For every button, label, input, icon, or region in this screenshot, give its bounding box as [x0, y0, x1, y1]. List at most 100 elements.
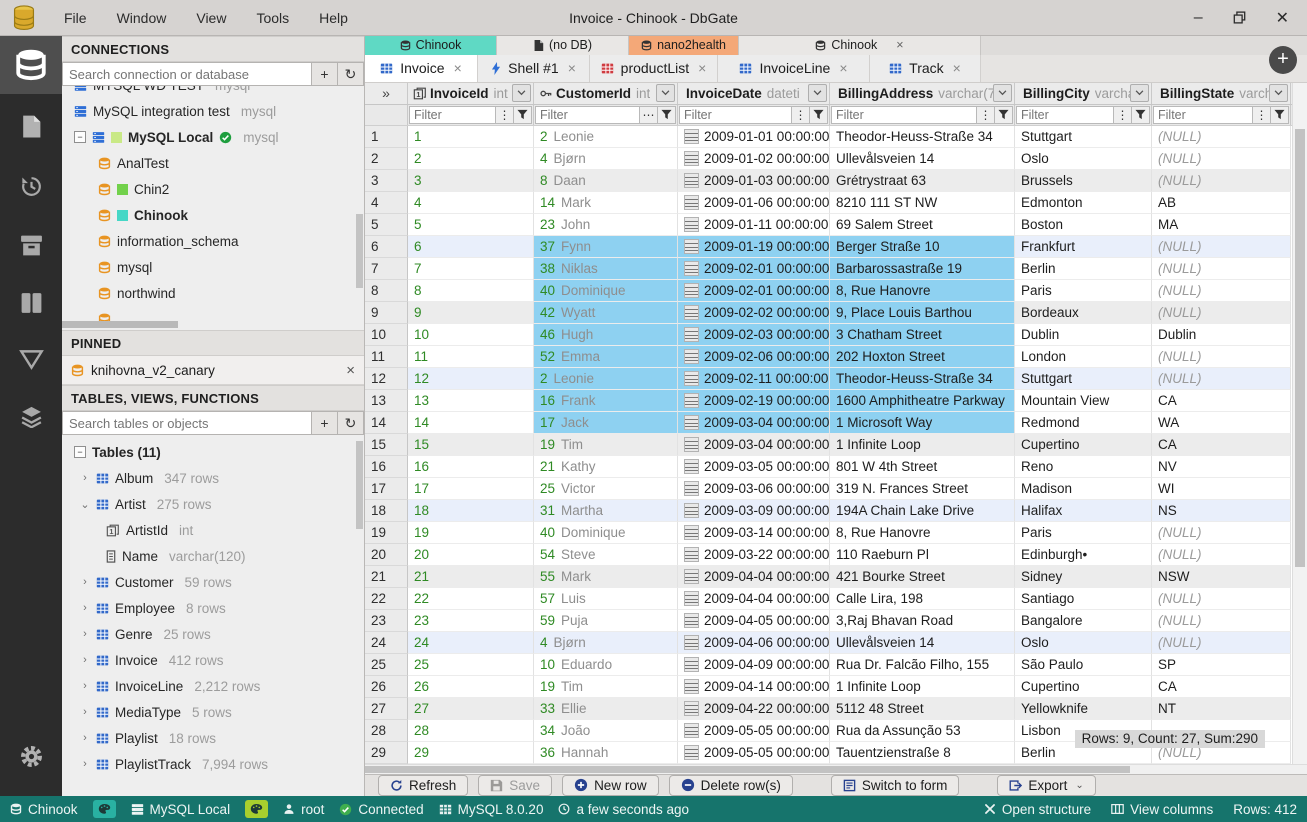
cell-customerid[interactable]: 33 Ellie: [534, 697, 678, 720]
cell-billingstate[interactable]: CA: [1152, 389, 1291, 412]
status-chinook[interactable]: Chinook: [10, 802, 78, 817]
cell-billingaddress[interactable]: 5112 48 Street: [830, 697, 1015, 720]
cell-invoiceid[interactable]: 24: [408, 631, 534, 654]
cell-billingaddress[interactable]: 8210 111 ST NW: [830, 191, 1015, 214]
status-mysql-8-0-20[interactable]: MySQL 8.0.20: [439, 802, 543, 817]
refresh-connections-button[interactable]: ↻: [338, 62, 364, 86]
cell-billingstate[interactable]: MA: [1152, 213, 1291, 236]
cell-billingaddress[interactable]: 194A Chain Lake Drive: [830, 499, 1015, 522]
connections-hscrollbar[interactable]: [62, 321, 178, 328]
row-number[interactable]: 6: [365, 235, 408, 258]
cell-billingcity[interactable]: Edmonton: [1015, 191, 1152, 214]
filter-menu-button[interactable]: ⋮: [1114, 105, 1132, 124]
cell-billingcity[interactable]: Madison: [1015, 477, 1152, 500]
close-group-button[interactable]: ×: [896, 38, 903, 52]
close-tab-button[interactable]: ×: [454, 60, 462, 76]
status-root[interactable]: root: [283, 802, 324, 817]
date-editor-icon[interactable]: [684, 568, 699, 584]
connections-search-input[interactable]: [62, 62, 312, 86]
cell-invoicedate[interactable]: 2009-01-01 00:00:00: [678, 125, 830, 148]
cell-billingcity[interactable]: Paris: [1015, 521, 1152, 544]
cell-invoicedate[interactable]: 2009-05-05 00:00:00: [678, 741, 830, 764]
connection-item-analtest[interactable]: AnalTest: [62, 150, 364, 176]
connection-item-chinook[interactable]: Chinook: [62, 202, 364, 228]
date-editor-icon[interactable]: [684, 436, 699, 452]
cell-invoiceid[interactable]: 6: [408, 235, 534, 258]
tree-item-employee[interactable]: › Employee 8 rows: [62, 595, 364, 621]
filter-menu-button[interactable]: ⋮: [1253, 105, 1271, 124]
cell-invoicedate[interactable]: 2009-03-05 00:00:00: [678, 455, 830, 478]
cell-billingstate[interactable]: WI: [1152, 477, 1291, 500]
tables-root[interactable]: − Tables (11): [62, 439, 364, 465]
chevron-right-icon[interactable]: ›: [80, 576, 90, 588]
cell-billingaddress[interactable]: Theodor-Heuss-Straße 34: [830, 125, 1015, 148]
cell-billingcity[interactable]: Redmond: [1015, 411, 1152, 434]
cell-invoicedate[interactable]: 2009-01-19 00:00:00: [678, 235, 830, 258]
cell-customerid[interactable]: 54 Steve: [534, 543, 678, 566]
cell-invoicedate[interactable]: 2009-04-22 00:00:00: [678, 697, 830, 720]
cell-billingaddress[interactable]: Tauentzienstraße 8: [830, 741, 1015, 764]
cell-invoicedate[interactable]: 2009-04-06 00:00:00: [678, 631, 830, 654]
cell-invoiceid[interactable]: 28: [408, 719, 534, 742]
cell-billingcity[interactable]: Oslo: [1015, 631, 1152, 654]
row-number[interactable]: 24: [365, 631, 408, 654]
date-editor-icon[interactable]: [684, 370, 699, 386]
date-editor-icon[interactable]: [684, 326, 699, 342]
cell-billingaddress[interactable]: 69 Salem Street: [830, 213, 1015, 236]
cell-customerid[interactable]: 46 Hugh: [534, 323, 678, 346]
row-number[interactable]: 3: [365, 169, 408, 192]
cell-customerid[interactable]: 42 Wyatt: [534, 301, 678, 324]
date-editor-icon[interactable]: [684, 260, 699, 276]
row-number[interactable]: 11: [365, 345, 408, 368]
row-number[interactable]: 15: [365, 433, 408, 456]
row-number[interactable]: 17: [365, 477, 408, 500]
cell-billingcity[interactable]: Yellowknife: [1015, 697, 1152, 720]
cell-invoiceid[interactable]: 1: [408, 125, 534, 148]
date-editor-icon[interactable]: [684, 634, 699, 650]
column-menu-button[interactable]: [808, 84, 827, 103]
cell-billingstate[interactable]: (NULL): [1152, 587, 1291, 610]
cell-invoiceid[interactable]: 29: [408, 741, 534, 764]
history-icon[interactable]: [19, 174, 44, 199]
add-connection-button[interactable]: +: [312, 62, 338, 86]
cell-invoiceid[interactable]: 18: [408, 499, 534, 522]
cell-customerid[interactable]: 21 Kathy: [534, 455, 678, 478]
chevron-right-icon[interactable]: ›: [80, 680, 90, 692]
connections-vscrollbar[interactable]: [356, 214, 363, 288]
close-button[interactable]: ✕: [1276, 8, 1289, 28]
cell-billingcity[interactable]: Sidney: [1015, 565, 1152, 588]
cell-billingcity[interactable]: Oslo: [1015, 147, 1152, 170]
row-number[interactable]: 7: [365, 257, 408, 280]
menu-item-file[interactable]: File: [64, 10, 87, 26]
row-number[interactable]: 26: [365, 675, 408, 698]
palette-badge[interactable]: [92, 800, 116, 818]
cell-billingstate[interactable]: (NULL): [1152, 543, 1291, 566]
menu-item-window[interactable]: Window: [117, 10, 167, 26]
date-editor-icon[interactable]: [684, 216, 699, 232]
tab-invoice[interactable]: Invoice ×: [365, 54, 478, 82]
cell-billingcity[interactable]: Brussels: [1015, 169, 1152, 192]
column-menu-button[interactable]: [512, 84, 531, 103]
status-color-badge[interactable]: [245, 800, 269, 818]
grid-vscrollbar[interactable]: [1292, 82, 1307, 764]
cell-billingcity[interactable]: Boston: [1015, 213, 1152, 236]
cell-customerid[interactable]: 31 Martha: [534, 499, 678, 522]
cell-billingcity[interactable]: Reno: [1015, 455, 1152, 478]
filter-input-invoiceid[interactable]: [409, 105, 496, 124]
date-editor-icon[interactable]: [684, 656, 699, 672]
cell-invoiceid[interactable]: 26: [408, 675, 534, 698]
cell-invoiceid[interactable]: 23: [408, 609, 534, 632]
cell-invoicedate[interactable]: 2009-01-06 00:00:00: [678, 191, 830, 214]
delete-row-s--button[interactable]: Delete row(s): [668, 774, 793, 796]
cell-customerid[interactable]: 55 Mark: [534, 565, 678, 588]
cell-customerid[interactable]: 8 Daan: [534, 169, 678, 192]
grid-hscrollbar-thumb[interactable]: [365, 765, 1130, 773]
tab-group--no-db-[interactable]: (no DB): [497, 36, 629, 55]
date-editor-icon[interactable]: [684, 194, 699, 210]
cell-invoiceid[interactable]: 15: [408, 433, 534, 456]
cell-billingcity[interactable]: London: [1015, 345, 1152, 368]
date-editor-icon[interactable]: [684, 458, 699, 474]
cell-customerid[interactable]: 34 João: [534, 719, 678, 742]
cell-billingaddress[interactable]: Rua Dr. Falcão Filho, 155: [830, 653, 1015, 676]
chevron-right-icon[interactable]: ›: [80, 758, 90, 770]
